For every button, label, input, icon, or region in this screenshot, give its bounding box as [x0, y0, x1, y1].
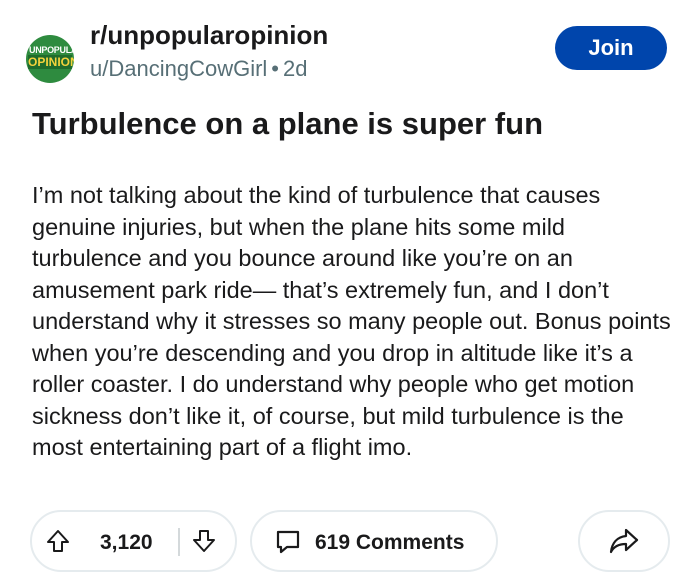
post-age: 2d: [283, 56, 308, 81]
vote-divider: [178, 528, 180, 556]
downvote-icon[interactable]: [192, 529, 216, 553]
join-button[interactable]: Join: [555, 26, 667, 70]
comments-button[interactable]: 619 Comments: [250, 510, 498, 572]
meta-separator: •: [271, 56, 279, 81]
comment-icon: [276, 530, 300, 554]
post-header: UNPOPULAR OPINION r/unpopularopinion u/D…: [20, 18, 680, 83]
post-body: I’m not talking about the kind of turbul…: [32, 182, 671, 460]
comments-count: 619 Comments: [315, 531, 465, 554]
post-meta: u/DancingCowGirl • 2d: [90, 56, 307, 82]
subreddit-avatar[interactable]: UNPOPULAR OPINION: [26, 35, 74, 83]
author-name[interactable]: u/DancingCowGirl: [90, 56, 267, 81]
avatar-text-top: UNPOPULAR: [29, 45, 74, 55]
avatar-text-bottom: OPINION: [28, 55, 74, 69]
subreddit-name[interactable]: r/unpopularopinion: [90, 20, 328, 51]
share-icon: [609, 528, 639, 554]
post-title: Turbulence on a plane is super fun: [32, 106, 544, 141]
upvote-icon[interactable]: [46, 529, 70, 553]
vote-bar: 3,120: [30, 510, 237, 572]
share-button[interactable]: [578, 510, 670, 572]
vote-score: 3,120: [100, 531, 153, 554]
